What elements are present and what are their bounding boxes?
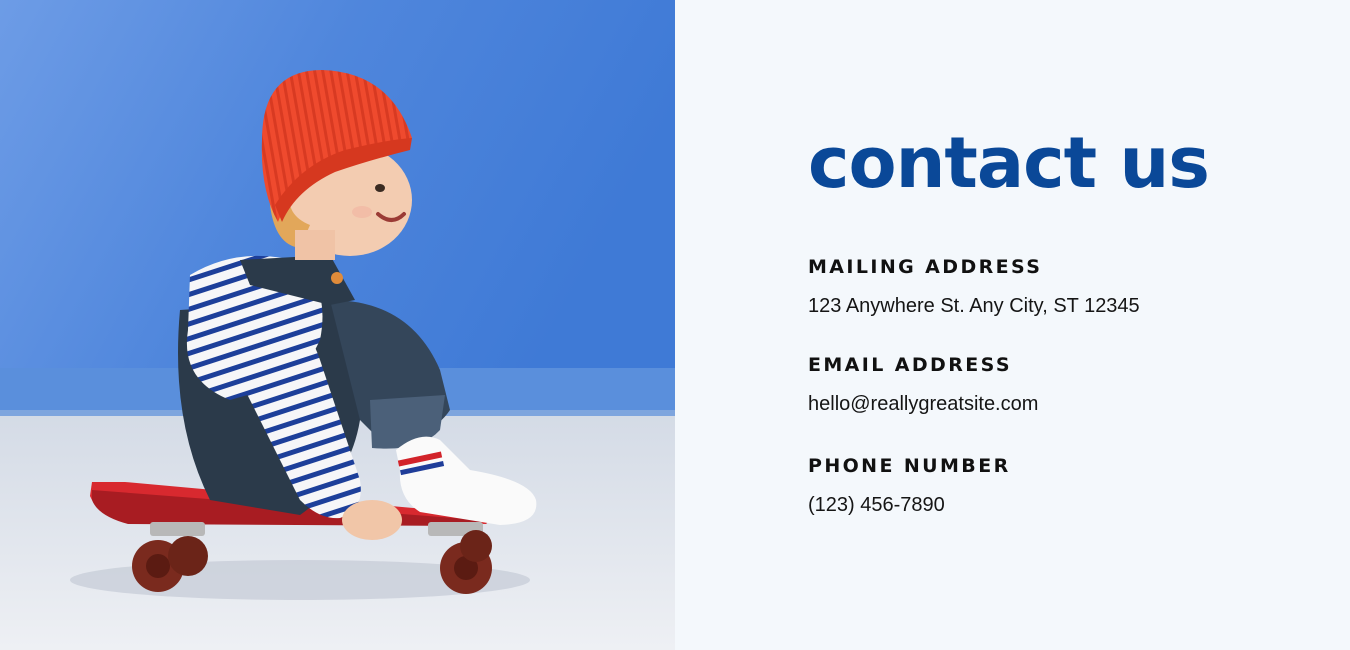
contact-panel: contact us MAILING ADDRESS 123 Anywhere … [675,0,1350,650]
child-on-skateboard-illustration [0,0,675,650]
phone-number-value[interactable]: (123) 456-7890 [808,494,945,517]
email-address-value[interactable]: hello@reallygreatsite.com [808,393,1038,416]
phone-number-label: PHONE NUMBER [808,455,1011,477]
page-title: contact us [808,122,1210,204]
mailing-address-value: 123 Anywhere St. Any City, ST 12345 [808,295,1140,317]
mailing-address-label: MAILING ADDRESS [808,256,1043,278]
email-address-label: EMAIL ADDRESS [808,354,1012,376]
hero-photo [0,0,675,650]
